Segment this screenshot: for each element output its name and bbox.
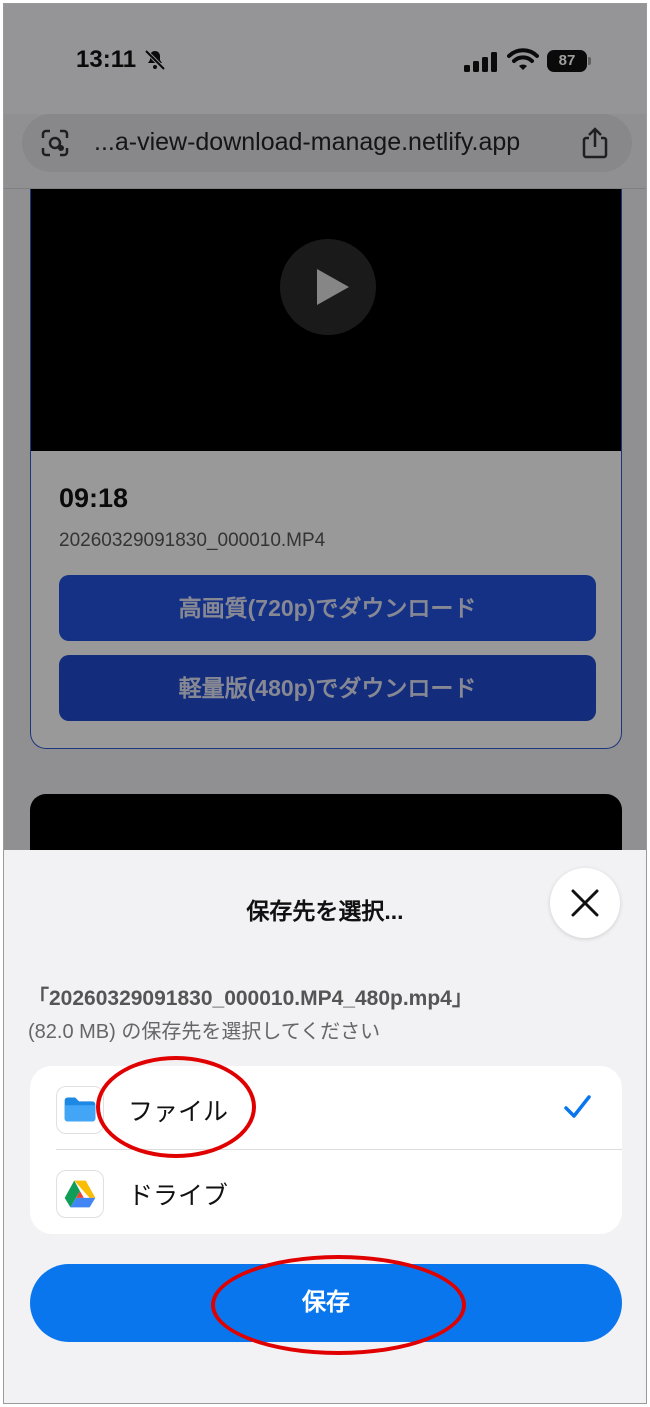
close-button[interactable] — [550, 868, 620, 938]
google-drive-icon — [56, 1170, 104, 1218]
screenshot-frame: 13:11 87 ...a-view-download-manage.netli… — [3, 3, 647, 1404]
option-drive[interactable]: ドライブ — [30, 1150, 622, 1234]
file-name-text: 「20260329091830_000010.MP4_480p.mp4」 — [28, 987, 473, 1010]
option-drive-label: ドライブ — [128, 1182, 229, 1210]
checkmark-icon — [564, 1095, 591, 1118]
annotation-circle-save — [211, 1255, 466, 1355]
file-size-text: (82.0 MB) の保存先を選択してください — [28, 1021, 381, 1043]
close-icon — [571, 889, 599, 917]
annotation-circle-files — [96, 1056, 256, 1158]
